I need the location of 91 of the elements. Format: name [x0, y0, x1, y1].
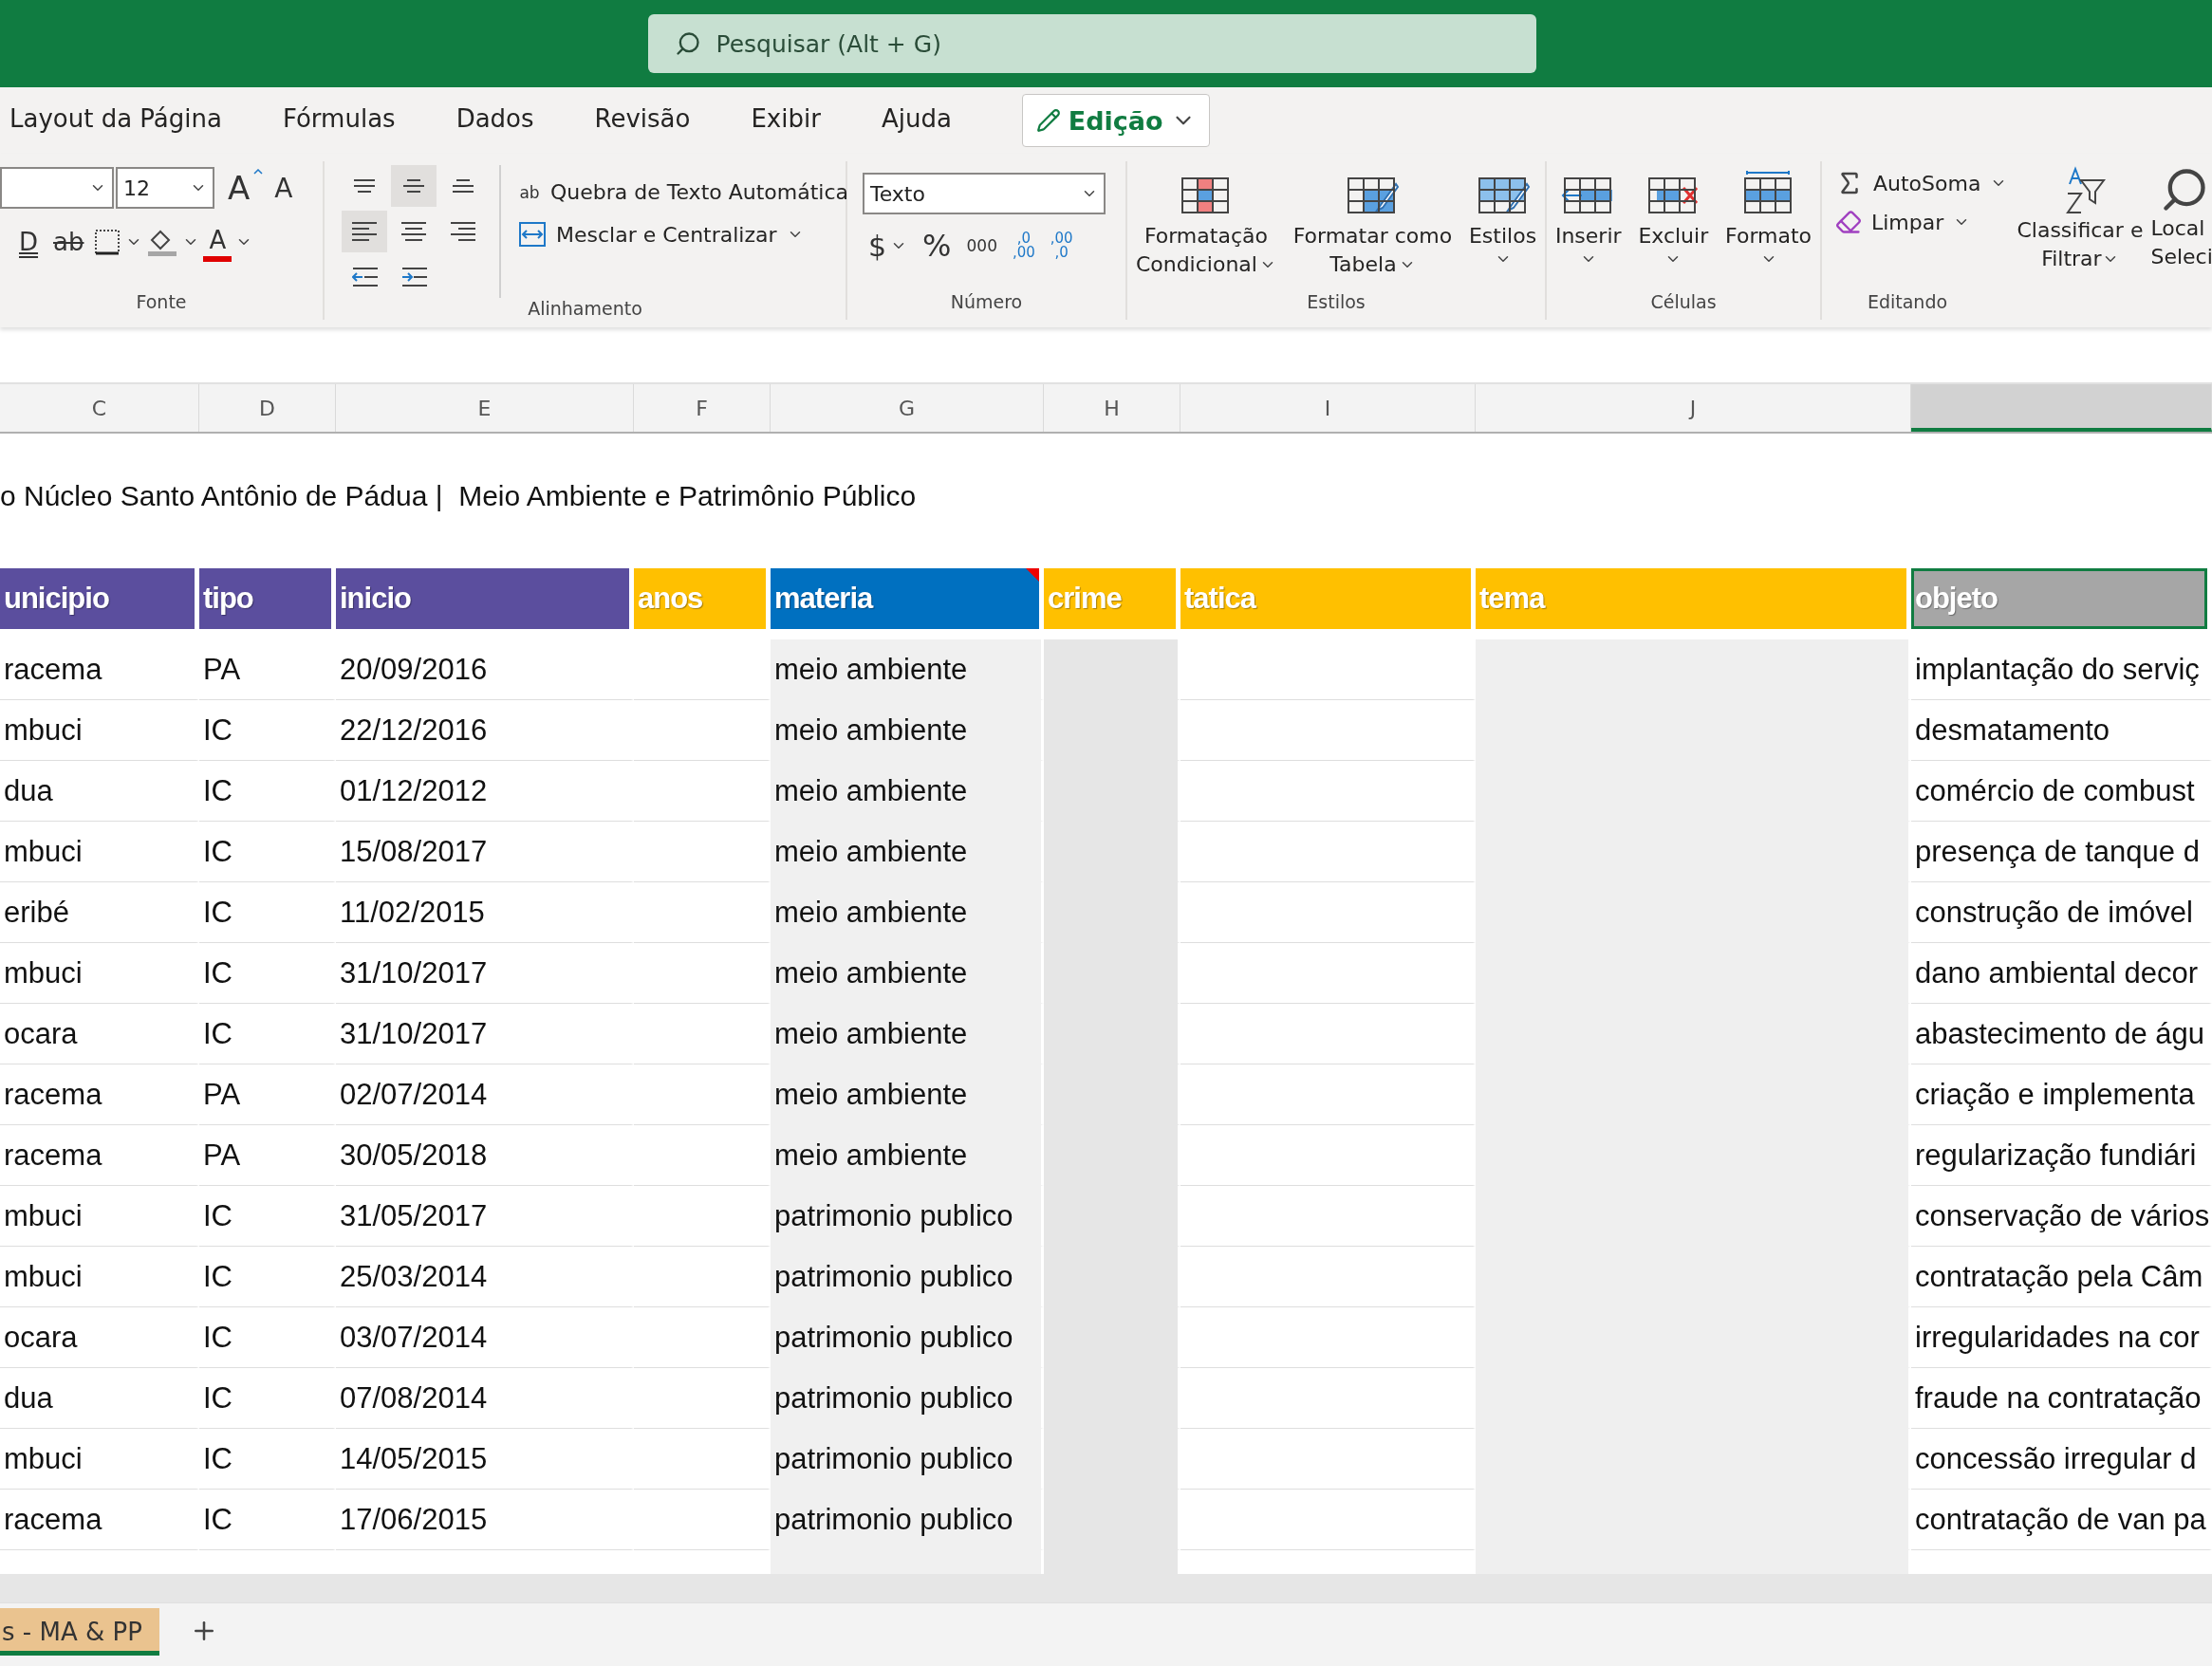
search-placeholder: Pesquisar (Alt + G)	[716, 29, 941, 58]
caret-up-icon	[253, 169, 264, 175]
table-cell: meio ambiente	[771, 882, 1044, 943]
table-cell: meio ambiente	[771, 1125, 1044, 1186]
align-icon	[354, 179, 375, 193]
thousands-button[interactable]: 000	[960, 232, 1003, 259]
grow-font-button[interactable]: A	[222, 165, 270, 211]
table-header-cell: crime	[1044, 568, 1176, 629]
align-icon	[451, 222, 475, 241]
sort-filter-button[interactable]: Classificar e Filtrar	[2013, 165, 2147, 273]
table-cell: patrimonio publico	[771, 1490, 1044, 1550]
ribbon-button[interactable]: Formatar como Tabela	[1289, 165, 1457, 279]
merge-cells-icon	[518, 221, 547, 248]
table-cell: meio ambiente	[771, 822, 1044, 882]
column-header[interactable]: G	[771, 384, 1044, 432]
column-header[interactable]: I	[1180, 384, 1476, 432]
group-label: Estilos	[1306, 291, 1366, 314]
search-icon	[674, 30, 701, 57]
table-cell: patrimonio publico	[771, 1368, 1044, 1429]
table-cell: meio ambiente	[771, 943, 1044, 1004]
table-cell: patrimonio publico	[771, 1186, 1044, 1247]
table-header-cell: materia	[771, 568, 1039, 629]
table-cell: patrimonio publico	[771, 1247, 1044, 1307]
table-cell: patrimonio publico	[771, 1429, 1044, 1490]
table-header-cell: tipo	[199, 568, 331, 629]
alignment-button[interactable]	[342, 211, 387, 252]
menu-tab[interactable]: Layout da Página	[0, 92, 232, 149]
search-field[interactable]: Pesquisar (Alt + G)	[647, 14, 1536, 73]
font-size-field[interactable]: 12	[116, 167, 214, 209]
ribbon-button[interactable]: Excluir	[1634, 165, 1713, 268]
menu-tab[interactable]: Ajuda	[871, 92, 961, 149]
decrease-decimal-button[interactable]: ,00 ,0	[1044, 228, 1079, 264]
sheet-title: o Núcleo Santo Antônio de Pádua | Meio Ambiente e Patrimônio Público	[0, 480, 917, 513]
group-label: Fonte	[135, 291, 188, 314]
borders-icon	[93, 228, 122, 256]
table-header-cell: inicio	[336, 568, 629, 629]
strikethrough-button[interactable]: ab	[47, 224, 90, 260]
horizontal-scrollbar[interactable]	[0, 1574, 2212, 1602]
find-select-button[interactable]: Local Seleci	[2147, 165, 2212, 271]
group-label: Número	[949, 291, 1024, 314]
table-cell: meio ambiente	[771, 1004, 1044, 1064]
clear-button[interactable]: Limpar	[1830, 205, 2014, 239]
merge-center-button[interactable]: Mesclar e Centralizar	[512, 217, 855, 251]
align-icon	[453, 179, 474, 193]
increase-decimal-button[interactable]: ,0 ,00	[1006, 228, 1041, 264]
menu-tab[interactable]: Fórmulas	[272, 92, 405, 149]
menu-tab[interactable]: Dados	[446, 92, 544, 149]
column-header[interactable]: E	[336, 384, 634, 432]
table-header-cell: unicipio	[0, 568, 195, 629]
table-cell: meio ambiente	[771, 639, 1044, 700]
pencil-icon	[1035, 108, 1061, 133]
editing-mode-button[interactable]: Edição	[1021, 94, 1210, 147]
outdent-icon	[351, 268, 378, 287]
menu-tab[interactable]: Exibir	[741, 92, 830, 149]
autosum-button[interactable]: AutoSoma	[1830, 165, 2014, 201]
eraser-icon	[1835, 209, 1862, 235]
sheet-tab[interactable]: s - MA & PP	[0, 1608, 159, 1656]
group-label: Editando	[1866, 291, 1949, 314]
column-header[interactable]: C	[0, 384, 199, 432]
align-icon	[401, 222, 426, 241]
ribbon-button[interactable]: Formato	[1721, 165, 1816, 268]
ribbon-button[interactable]: Inserir	[1551, 165, 1626, 268]
column-header[interactable]	[1911, 384, 2212, 432]
table-header-cell: tatica	[1180, 568, 1471, 629]
table-cell: patrimonio publico	[771, 1307, 1044, 1368]
column-header[interactable]: H	[1044, 384, 1180, 432]
column-header[interactable]: D	[199, 384, 336, 432]
group-label: Células	[1649, 291, 1718, 314]
currency-button[interactable]: $	[863, 225, 914, 267]
wrap-text-button[interactable]: ab Quebra de Texto Automática	[512, 176, 855, 208]
align-icon	[352, 222, 377, 241]
percent-button[interactable]: %	[917, 224, 957, 268]
table-header-cell: tema	[1476, 568, 1906, 629]
column-header[interactable]: F	[634, 384, 771, 432]
group-label: Alinhamento	[527, 298, 643, 320]
table-cell: meio ambiente	[771, 761, 1044, 822]
ribbon-button[interactable]: Formatação Condicional	[1131, 165, 1280, 279]
indent-icon	[400, 268, 427, 287]
alignment-button[interactable]	[391, 165, 437, 207]
table-cell: meio ambiente	[771, 700, 1044, 761]
font-color-button[interactable]: A	[203, 222, 232, 262]
ribbon-button[interactable]: Estilos	[1464, 165, 1541, 268]
table-header-cell: objeto	[1911, 568, 2207, 629]
align-icon	[403, 179, 424, 193]
shrink-font-button[interactable]: A	[269, 168, 299, 208]
underline-button[interactable]: D	[13, 224, 45, 260]
menu-tab[interactable]: Revisão	[585, 92, 700, 149]
table-header-cell: anos	[634, 568, 766, 629]
font-name-field[interactable]	[0, 167, 114, 209]
table-cell: meio ambiente	[771, 1064, 1044, 1125]
number-format-field[interactable]: Texto	[863, 173, 1106, 214]
